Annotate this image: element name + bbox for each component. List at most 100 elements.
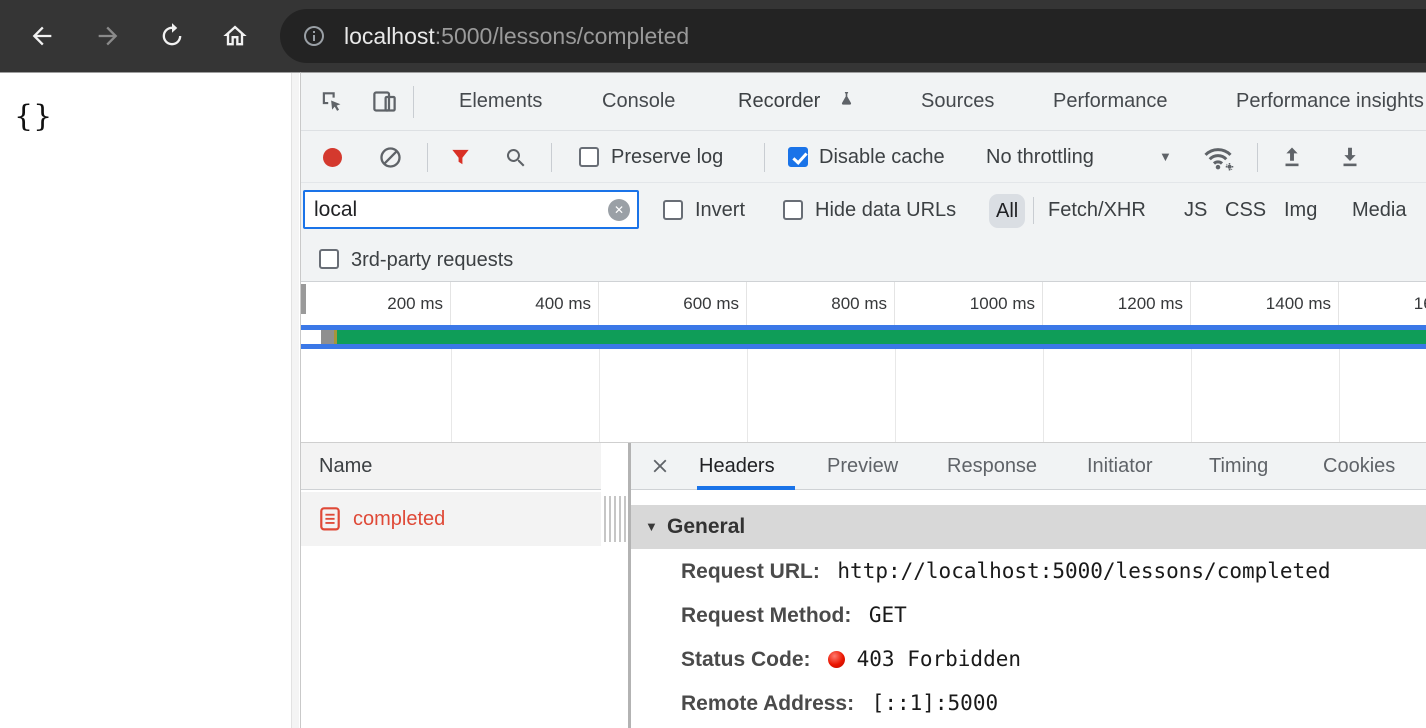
hide-data-urls-checkbox[interactable] (783, 200, 803, 220)
details-tab-headers[interactable]: Headers (699, 443, 775, 489)
timeline-tick: 1600 ms (1339, 282, 1426, 325)
search-icon[interactable] (504, 146, 528, 170)
requests-name-header[interactable]: Name (301, 443, 601, 490)
timeline-tick: 600 ms (599, 282, 747, 325)
split-drag-grip[interactable] (604, 496, 627, 542)
general-row-request-method: Request Method: GET (631, 593, 1426, 637)
details-tab-timing[interactable]: Timing (1209, 443, 1268, 489)
invert-label[interactable]: Invert (695, 183, 745, 238)
general-row-request-url: Request URL: http://localhost:5000/lesso… (631, 549, 1426, 593)
filter-type-img[interactable]: Img (1284, 183, 1317, 238)
overview-segment-green (337, 330, 1426, 344)
request-url-value: http://localhost:5000/lessons/completed (837, 559, 1330, 583)
tab-performance-insights[interactable]: Performance insights (1236, 73, 1424, 130)
preserve-log-checkbox[interactable] (579, 147, 599, 167)
tab-console[interactable]: Console (602, 73, 675, 130)
general-section-header[interactable]: ▼ General (631, 505, 1426, 549)
site-info-icon[interactable] (302, 24, 326, 48)
experiment-flask-icon (837, 75, 856, 94)
network-toolbar: Preserve log Disable cache No throttling… (301, 131, 1426, 183)
details-tab-cookies[interactable]: Cookies (1323, 443, 1395, 489)
status-code-value: 403 Forbidden (857, 647, 1021, 671)
import-har-icon[interactable] (1279, 144, 1305, 171)
disable-cache-label[interactable]: Disable cache (819, 131, 945, 183)
inspect-element-icon[interactable] (319, 89, 345, 115)
document-icon (319, 506, 341, 532)
general-section-title: General (667, 505, 745, 549)
devtools-panel: Elements Console Recorder Sources Perfor… (300, 72, 1426, 728)
filter-type-css[interactable]: CSS (1225, 183, 1266, 238)
tab-elements[interactable]: Elements (459, 73, 542, 130)
clear-filter-icon[interactable]: ✕ (608, 199, 630, 221)
close-details-icon[interactable] (649, 455, 671, 477)
device-toolbar-icon[interactable] (371, 88, 398, 115)
filter-type-fetch-xhr[interactable]: Fetch/XHR (1048, 183, 1146, 238)
remote-address-label: Remote Address: (681, 692, 854, 715)
toolbar-separator (1257, 143, 1258, 172)
export-har-icon[interactable] (1337, 144, 1363, 171)
details-tab-response[interactable]: Response (947, 443, 1037, 489)
json-response-text: {} (14, 99, 52, 134)
timeline-tick: 200 ms (303, 282, 451, 325)
network-filter-row: ✕ Invert Hide data URLs All Fetch/XHR JS… (301, 183, 1426, 238)
filter-type-media[interactable]: Media (1352, 183, 1406, 238)
request-method-label: Request Method: (681, 604, 851, 627)
disable-cache-checkbox[interactable] (788, 147, 808, 167)
waterfall-grid (301, 349, 1426, 443)
throttling-dropdown-caret-icon[interactable]: ▼ (1159, 131, 1172, 183)
address-bar[interactable]: localhost:5000/lessons/completed (280, 9, 1426, 63)
tab-recorder[interactable]: Recorder (738, 73, 856, 130)
throttling-select[interactable]: No throttling (986, 131, 1094, 183)
toolbar-separator (764, 143, 765, 172)
request-url-label: Request URL: (681, 560, 820, 583)
timeline-tick: 1200 ms (1043, 282, 1191, 325)
back-icon[interactable] (28, 22, 56, 50)
timeline-tick: 400 ms (451, 282, 599, 325)
table-row[interactable]: completed (301, 492, 601, 546)
network-bottom-split: Name completed Headers Preview Response … (301, 443, 1426, 728)
record-network-log-icon[interactable] (323, 148, 342, 167)
request-method-value: GET (869, 603, 907, 627)
forward-icon[interactable] (94, 22, 122, 50)
request-details-panel: Headers Preview Response Initiator Timin… (631, 443, 1426, 728)
request-name[interactable]: completed (353, 492, 445, 546)
clear-network-log-icon[interactable] (379, 146, 402, 169)
timeline-left-handle[interactable] (301, 284, 306, 314)
hide-data-urls-label[interactable]: Hide data URLs (815, 183, 956, 238)
timeline-tick: 1400 ms (1191, 282, 1339, 325)
details-tab-initiator[interactable]: Initiator (1087, 443, 1153, 489)
timeline-tick: 800 ms (747, 282, 895, 325)
general-rows: Request URL: http://localhost:5000/lesso… (631, 549, 1426, 725)
tab-sources[interactable]: Sources (921, 73, 994, 130)
remote-address-value: [::1]:5000 (872, 691, 998, 715)
table-scroll-corner (601, 443, 628, 728)
filter-input[interactable] (303, 190, 639, 229)
network-overview-band[interactable] (301, 325, 1426, 349)
browser-toolbar: localhost:5000/lessons/completed (0, 0, 1426, 72)
preserve-log-label[interactable]: Preserve log (611, 131, 723, 183)
general-row-status-code: Status Code: 403 Forbidden (631, 637, 1426, 681)
filter-icon[interactable] (449, 146, 472, 169)
toolbar-separator (551, 143, 552, 172)
page-scrollbar[interactable] (291, 73, 299, 728)
home-icon[interactable] (221, 22, 249, 50)
status-error-dot-icon (828, 651, 845, 668)
general-row-remote-address: Remote Address: [::1]:5000 (631, 681, 1426, 725)
section-expand-caret-icon[interactable]: ▼ (645, 505, 658, 549)
invert-checkbox[interactable] (663, 200, 683, 220)
overview-segment-gray (321, 330, 334, 344)
reload-icon[interactable] (158, 22, 186, 50)
network-conditions-icon[interactable] (1201, 143, 1235, 173)
filter-type-js[interactable]: JS (1184, 183, 1207, 238)
timeline-ruler: 200 ms400 ms600 ms800 ms1000 ms1200 ms14… (301, 282, 1426, 325)
devtools-tabbar: Elements Console Recorder Sources Perfor… (301, 73, 1426, 131)
third-party-label[interactable]: 3rd-party requests (351, 238, 513, 282)
overview-segment-white (301, 330, 321, 344)
third-party-checkbox[interactable] (319, 249, 339, 269)
filter-type-all[interactable]: All (989, 194, 1025, 228)
tab-performance[interactable]: Performance (1053, 73, 1168, 130)
details-tab-preview[interactable]: Preview (827, 443, 898, 489)
tab-recorder-label: Recorder (738, 90, 820, 112)
toolbar-separator (427, 143, 428, 172)
page-content: {} (0, 72, 300, 728)
